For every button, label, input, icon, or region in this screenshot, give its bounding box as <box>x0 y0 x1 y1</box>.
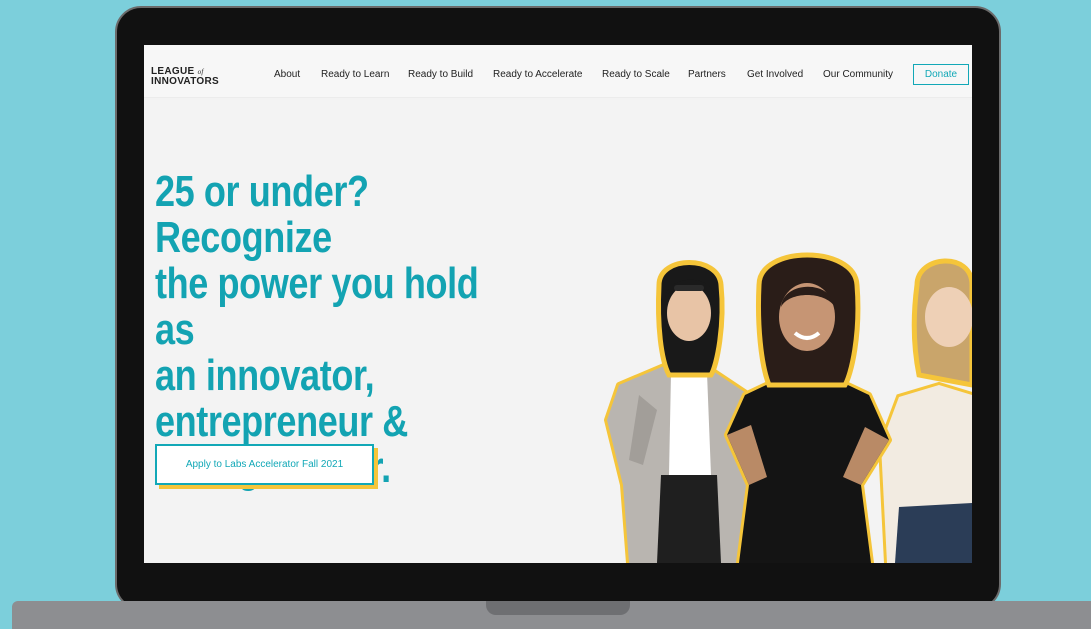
nav-item-get-involved[interactable]: Get Involved <box>747 69 803 80</box>
nav-item-ready-to-learn[interactable]: Ready to Learn <box>321 69 389 80</box>
person-2 <box>724 252 892 563</box>
nav-item-ready-to-scale[interactable]: Ready to Scale <box>602 69 670 80</box>
nav-menu: About Ready to Learn Ready to Build Read… <box>144 69 972 83</box>
headline-line: 25 or under? Recognize <box>155 167 369 262</box>
people-illustration <box>604 252 972 563</box>
apply-labs-accelerator-button[interactable]: Apply to Labs Accelerator Fall 2021 <box>155 444 374 485</box>
nav-item-about[interactable]: About <box>274 69 300 80</box>
nav-item-ready-to-accelerate[interactable]: Ready to Accelerate <box>493 69 583 80</box>
person-3 <box>877 258 972 563</box>
nav-item-ready-to-build[interactable]: Ready to Build <box>408 69 473 80</box>
headline-line: the power you hold as <box>155 259 479 354</box>
navbar: LEAGUE of INNOVATORS About Ready to Lear… <box>144 45 972 98</box>
donate-button[interactable]: Donate <box>913 64 969 85</box>
nav-item-our-community[interactable]: Our Community <box>823 69 893 80</box>
cta-group: Apply to Labs Accelerator Fall 2021 <box>155 444 378 489</box>
nav-item-partners[interactable]: Partners <box>688 69 726 80</box>
laptop-notch <box>486 601 630 615</box>
hero-headline: 25 or under? Recognize the power you hol… <box>155 169 516 491</box>
website-screen: LEAGUE of INNOVATORS About Ready to Lear… <box>144 45 972 563</box>
hero-people-photo <box>599 245 972 563</box>
headline-line: an innovator, <box>155 351 375 400</box>
headline-line: entrepreneur & <box>155 397 408 446</box>
